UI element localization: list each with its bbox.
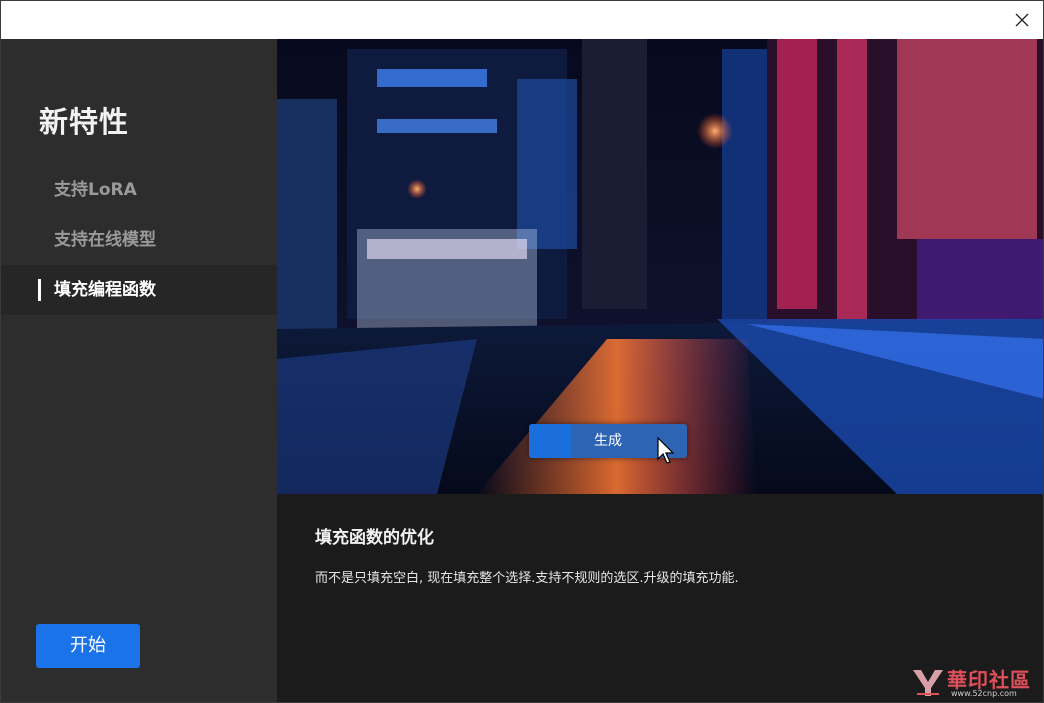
sidebar-item-label: 支持LoRA bbox=[54, 180, 137, 200]
app-window: 新特性 支持LoRA 支持在线模型 填充编程函数 开始 生成 填充函数的优化 而… bbox=[0, 0, 1044, 703]
feature-description: 而不是只填充空白, 现在填充整个选择.支持不规则的选区.升级的填充功能. bbox=[315, 571, 739, 586]
active-indicator bbox=[38, 279, 41, 301]
sidebar-item-online-models[interactable]: 支持在线模型 bbox=[1, 215, 277, 265]
sidebar-item-lora[interactable]: 支持LoRA bbox=[1, 165, 277, 215]
watermark-url: www.52cnp.com bbox=[951, 689, 1017, 698]
sidebar: 新特性 支持LoRA 支持在线模型 填充编程函数 开始 bbox=[1, 39, 277, 702]
watermark-logo-icon bbox=[913, 670, 943, 696]
mouse-pointer-icon bbox=[657, 437, 675, 464]
start-button[interactable]: 开始 bbox=[36, 624, 140, 668]
title-bar bbox=[1, 1, 1043, 39]
sidebar-item-label: 支持在线模型 bbox=[54, 230, 156, 250]
close-icon bbox=[1015, 13, 1029, 27]
feature-title: 填充函数的优化 bbox=[315, 528, 434, 548]
watermark: 華印社區 www.52cnp.com bbox=[911, 664, 1041, 702]
sidebar-item-fill-function[interactable]: 填充编程函数 bbox=[1, 265, 277, 315]
hero-image: 生成 bbox=[277, 39, 1043, 494]
close-button[interactable] bbox=[1007, 5, 1037, 35]
sidebar-title: 新特性 bbox=[39, 105, 130, 139]
sidebar-item-label: 填充编程函数 bbox=[54, 280, 156, 300]
content-panel: 生成 填充函数的优化 而不是只填充空白, 现在填充整个选择.支持不规则的选区.升… bbox=[277, 39, 1043, 702]
